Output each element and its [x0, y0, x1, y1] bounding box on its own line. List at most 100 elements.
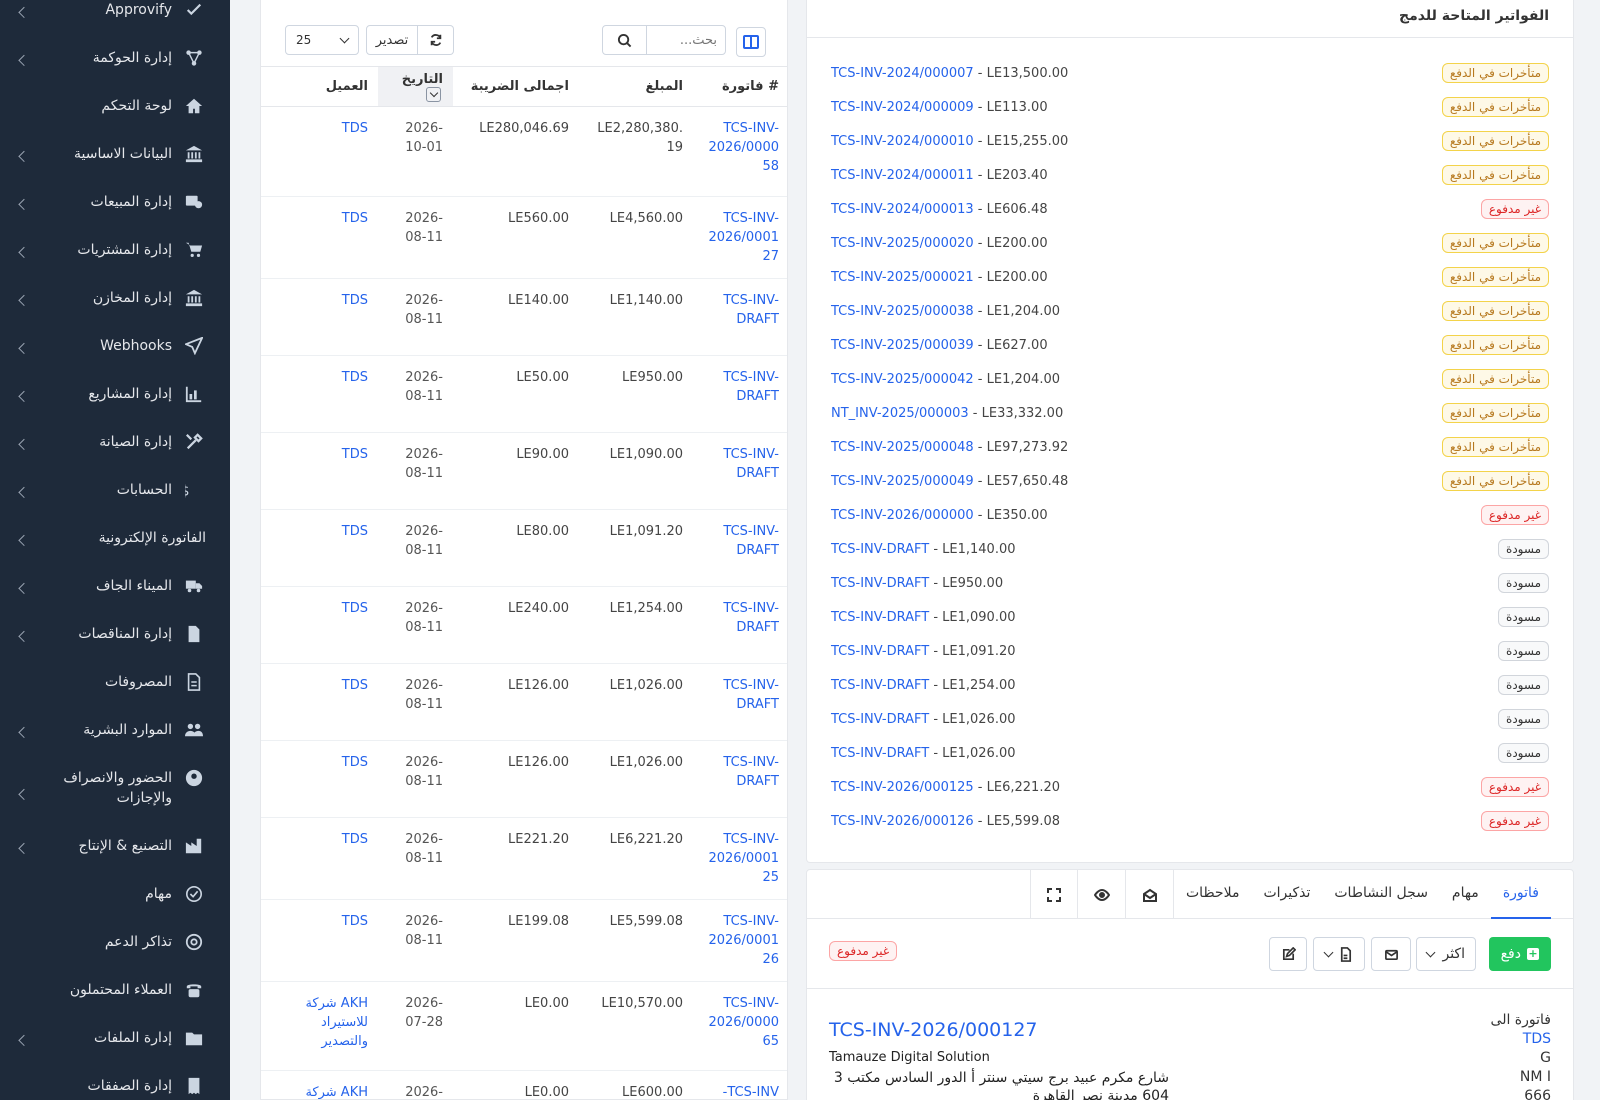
invoice-number-cell-link[interactable]: TCS-INV-2026/000065	[708, 996, 779, 1049]
merge-invoice-link[interactable]: TCS-INV-2025/000048	[831, 440, 974, 455]
merge-invoice-link[interactable]: TCS-INV-2025/000038	[831, 304, 974, 319]
col-invoice-number[interactable]: # فاتورة	[693, 66, 787, 107]
search-input[interactable]	[647, 26, 725, 54]
col-amount[interactable]: المبلغ	[579, 66, 693, 107]
table-row[interactable]: TCS-INV-DRAFT LE1,140.00 LE140.00 2026-08-1…	[261, 278, 787, 356]
invoice-number-cell-link[interactable]: TCS-INV-DRAFT	[723, 755, 779, 789]
invoice-number-cell-link[interactable]: TCS-INV-2026/000058	[708, 121, 779, 174]
sidebar-item-11[interactable]: الفاتورة الإلكترونية	[0, 514, 230, 562]
table-row[interactable]: TCS-INV-DRAFT LE1,254.00 LE240.00 2026-08-1…	[261, 586, 787, 664]
invoice-number-cell-link[interactable]: TCS-INV-DRAFT	[723, 601, 779, 635]
table-row[interactable]: TCS-INV-DRAFT LE1,091.20 LE80.00 2026-08-11…	[261, 509, 787, 587]
tab-fullscreen[interactable]	[1030, 870, 1078, 919]
email-button[interactable]	[1371, 937, 1411, 971]
merge-invoice-link[interactable]: TCS-INV-2024/000011	[831, 168, 974, 183]
more-button[interactable]: اكثر	[1416, 937, 1476, 971]
merge-invoice-link[interactable]: TCS-INV-2024/000007	[831, 66, 974, 81]
tab-activity-log[interactable]: سجل النشاطات	[1322, 870, 1440, 919]
sidebar-item-2[interactable]: لوحة التحكم	[0, 82, 230, 130]
customer-cell-link[interactable]: TDS	[342, 914, 368, 929]
merge-invoice-link[interactable]: TCS-INV-DRAFT	[831, 678, 929, 693]
merge-invoice-link[interactable]: TCS-INV-2024/000009	[831, 100, 974, 115]
merge-invoice-link[interactable]: TCS-INV-DRAFT	[831, 746, 929, 761]
sidebar-item-0[interactable]: Approvify	[0, 0, 230, 34]
column-visibility-button[interactable]	[736, 27, 766, 57]
table-row[interactable]: TCS-INV-DRAFT LE950.00 LE50.00 2026-08-11 TD…	[261, 355, 787, 433]
customer-cell-link[interactable]: TDS	[342, 370, 368, 385]
sidebar-item-13[interactable]: إدارة المناقصات	[0, 610, 230, 658]
sidebar-item-17[interactable]: التصنيع & الإنتاج	[0, 822, 230, 870]
table-row[interactable]: TCS-INV-2026/000127 LE4,560.00 LE560.00 202…	[261, 196, 787, 279]
col-date[interactable]: التاريخ	[378, 66, 453, 107]
sidebar-item-3[interactable]: البيانات الاساسية	[0, 130, 230, 178]
table-row[interactable]: TCS-INV-2026/000126 LE5,599.08 LE199.08 202…	[261, 899, 787, 982]
sidebar-item-5[interactable]: إدارة المشتريات	[0, 226, 230, 274]
customer-cell-link[interactable]: TDS	[342, 832, 368, 847]
export-button[interactable]: تصدير	[366, 25, 418, 55]
merge-invoice-link[interactable]: TCS-INV-2025/000039	[831, 338, 974, 353]
tab-notes[interactable]: ملاحظات	[1174, 870, 1251, 919]
customer-cell-link[interactable]: TDS	[342, 121, 368, 136]
sidebar-item-21[interactable]: إدارة الملفات	[0, 1014, 230, 1062]
merge-invoice-link[interactable]: TCS-INV-DRAFT	[831, 610, 929, 625]
sidebar-item-16[interactable]: الحضور والانصراف والإجازات	[0, 754, 230, 822]
customer-cell-link[interactable]: AKH شركة	[305, 1085, 368, 1099]
table-row[interactable]: TCS-INV-DRAFT LE1,026.00 LE126.00 2026-08-1…	[261, 663, 787, 741]
sidebar-item-10[interactable]: $ الحسابات	[0, 466, 230, 514]
pdf-dropdown-button[interactable]	[1313, 937, 1365, 971]
table-row[interactable]: TCS-INV-DRAFT LE1,026.00 LE126.00 2026-08-1…	[261, 740, 787, 818]
invoice-number-link[interactable]: TCS-INV-2026/000127	[829, 1019, 1038, 1041]
sidebar-item-18[interactable]: مهام	[0, 870, 230, 918]
sidebar-item-8[interactable]: إدارة المشاريع	[0, 370, 230, 418]
pay-button[interactable]: + دفع	[1488, 937, 1551, 971]
customer-cell-link[interactable]: TDS	[342, 755, 368, 770]
invoice-number-cell-link[interactable]: TCS-INV-DRAFT	[723, 293, 779, 327]
customer-cell-link[interactable]: TDS	[342, 211, 368, 226]
merge-invoice-link[interactable]: TCS-INV-2025/000049	[831, 474, 974, 489]
sidebar-item-1[interactable]: إدارة الحوكمة	[0, 34, 230, 82]
col-customer[interactable]: العميل	[273, 66, 378, 107]
customer-cell-link[interactable]: TDS	[342, 601, 368, 616]
invoice-number-cell-link[interactable]: TCS-INV-DRAFT	[723, 524, 779, 558]
invoice-number-cell-link[interactable]: TCS-INV-DRAFT	[723, 447, 779, 481]
sidebar-item-6[interactable]: إدارة المخازن	[0, 274, 230, 322]
customer-cell-link[interactable]: TDS	[342, 524, 368, 539]
customer-cell-link[interactable]: TDS	[342, 447, 368, 462]
invoice-number-cell-link[interactable]: TCS-INV-2026/000126	[708, 914, 779, 967]
sidebar-item-7[interactable]: Webhooks	[0, 322, 230, 370]
col-tax-total[interactable]: اجمالى الضريبة	[453, 66, 579, 107]
merge-invoice-link[interactable]: TCS-INV-2025/000020	[831, 236, 974, 251]
invoice-number-cell-link[interactable]: TCS-INV-	[723, 1085, 779, 1099]
merge-invoice-link[interactable]: TCS-INV-2024/000013	[831, 202, 974, 217]
table-row[interactable]: TCS-INV-DRAFT LE1,090.00 LE90.00 2026-08-11…	[261, 432, 787, 510]
merge-invoice-link[interactable]: NT_INV-2025/000003	[831, 406, 969, 421]
tab-preview[interactable]	[1078, 870, 1126, 919]
refresh-button[interactable]	[418, 25, 454, 55]
sidebar-item-22[interactable]: إدارة الصفقات	[0, 1062, 230, 1100]
sidebar-item-20[interactable]: العملاء المحتملون	[0, 966, 230, 1014]
tab-invoice[interactable]: فاتورة	[1490, 870, 1551, 919]
merge-invoice-link[interactable]: TCS-INV-2024/000010	[831, 134, 974, 149]
table-row[interactable]: TCS-INV-2026/000125 LE6,221.20 LE221.20 202…	[261, 817, 787, 900]
edit-button[interactable]	[1269, 937, 1307, 971]
sidebar-item-9[interactable]: إدارة الصيانة	[0, 418, 230, 466]
sidebar-item-15[interactable]: الموارد البشرية	[0, 706, 230, 754]
merge-invoice-link[interactable]: TCS-INV-DRAFT	[831, 712, 929, 727]
tab-tasks[interactable]: مهام	[1440, 870, 1491, 919]
merge-invoice-link[interactable]: TCS-INV-2025/000042	[831, 372, 974, 387]
table-row[interactable]: TCS-INV-2026/000058 LE2,280,380.19 LE280,0…	[261, 106, 787, 197]
search-button[interactable]	[603, 26, 647, 54]
merge-invoice-link[interactable]: TCS-INV-2026/000000	[831, 508, 974, 523]
merge-invoice-link[interactable]: TCS-INV-DRAFT	[831, 542, 929, 557]
tab-reminders[interactable]: تذكيرات	[1251, 870, 1322, 919]
invoice-number-cell-link[interactable]: TCS-INV-2026/000127	[708, 211, 779, 264]
sidebar-item-19[interactable]: تذاكر الدعم	[0, 918, 230, 966]
invoice-number-cell-link[interactable]: TCS-INV-2026/000125	[708, 832, 779, 885]
merge-invoice-link[interactable]: TCS-INV-2026/000125	[831, 780, 974, 795]
merge-invoice-link[interactable]: TCS-INV-DRAFT	[831, 644, 929, 659]
customer-cell-link[interactable]: AKH شركة للاستيراد والتصدير	[305, 996, 368, 1049]
sidebar-item-12[interactable]: الميناء الجاف	[0, 562, 230, 610]
customer-cell-link[interactable]: TDS	[342, 293, 368, 308]
table-row[interactable]: TCS-INV-2026/000065 LE10,570.00 LE0.00 2026…	[261, 981, 787, 1071]
page-length-select[interactable]: 25	[285, 25, 359, 55]
